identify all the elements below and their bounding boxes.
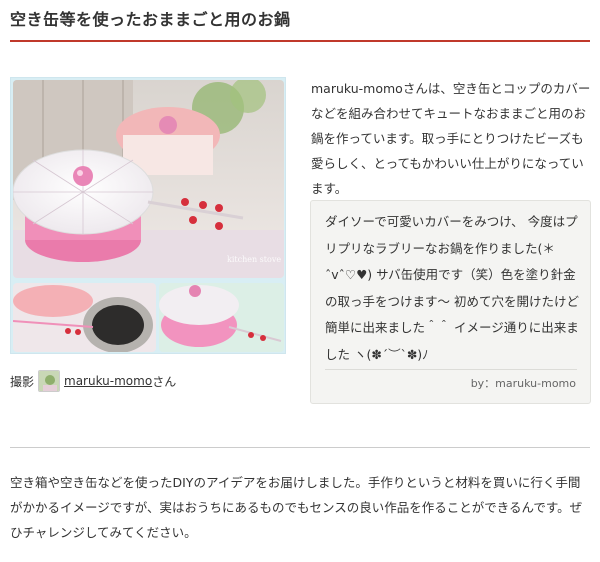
quote-box: ダイソーで可愛いカバーをみつけ、 今度はプリプリなラブリーなお鍋を作りました(＊… (310, 200, 591, 404)
section-divider (10, 447, 590, 448)
page-title: 空き缶等を使ったおままごと用のお鍋 (10, 10, 291, 29)
photo-collage[interactable]: kitchen stove (10, 77, 286, 354)
title-divider (10, 40, 590, 42)
credit-user-link[interactable]: maruku-momo (64, 374, 152, 388)
footer-paragraph: 空き箱や空き缶などを使ったDIYのアイデアをお届けしました。手作りというと材料を… (10, 475, 583, 540)
watermark-text: kitchen stove (227, 255, 281, 264)
thumbnail-photo-1[interactable] (13, 283, 156, 352)
photo-credit: 撮影 maruku-momo さん (10, 370, 176, 392)
main-photo[interactable]: kitchen stove (13, 80, 284, 278)
credit-suffix: さん (152, 374, 177, 389)
thumbnail-photo-2[interactable] (159, 283, 284, 352)
quote-divider (325, 369, 577, 370)
intro-paragraph: maruku-momoさんは、空き缶とコップのカバーなどを組み合わせてキュートな… (311, 81, 591, 196)
credit-label: 撮影 (10, 374, 35, 389)
quote-source: by：maruku-momo (470, 377, 576, 390)
quote-text: ダイソーで可愛いカバーをみつけ、 今度はプリプリなラブリーなお鍋を作りました(＊… (325, 214, 579, 362)
avatar[interactable] (38, 370, 61, 392)
